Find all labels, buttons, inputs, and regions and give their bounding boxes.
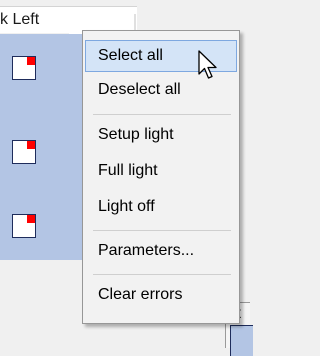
menu-item-clear-errors[interactable]: Clear errors [85,279,237,311]
menu-item-full-light[interactable]: Full light [85,155,237,187]
light-status-icon[interactable] [12,56,36,80]
menu-item-setup-light[interactable]: Setup light [85,119,237,151]
light-list-panel[interactable] [0,34,82,260]
menu-separator [93,274,231,275]
light-error-indicator [27,141,35,149]
adjacent-panel-content [230,325,253,356]
light-status-icon[interactable] [12,140,36,164]
light-error-indicator [27,57,35,65]
panel-title: k Left [0,11,40,28]
arrow-cursor-icon [198,50,217,79]
menu-separator [93,114,231,115]
light-error-indicator [27,215,35,223]
menu-separator [93,230,231,231]
light-status-icon[interactable] [12,214,36,238]
menu-item-light-off[interactable]: Light off [85,191,237,223]
menu-item-parameters[interactable]: Parameters... [85,235,237,267]
